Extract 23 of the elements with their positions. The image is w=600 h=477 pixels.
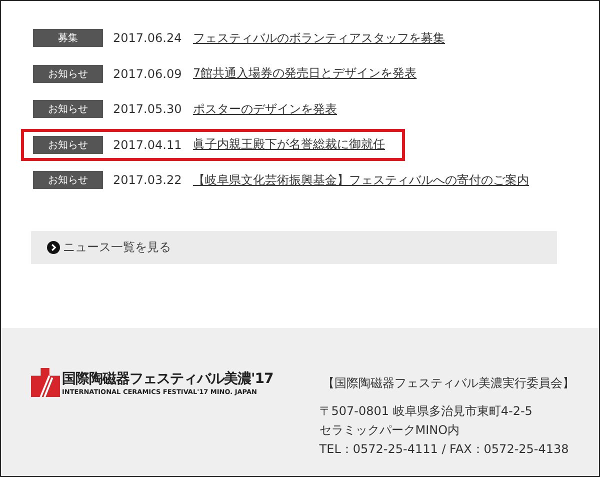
news-date: 2017.04.11 [113, 138, 183, 152]
category-tag: お知らせ [33, 136, 103, 154]
category-tag: 募集 [33, 29, 103, 47]
news-link[interactable]: フェスティバルのボランティアスタッフを募集 [193, 30, 445, 46]
news-date: 2017.03.22 [113, 173, 183, 188]
chevron-circle-icon [47, 240, 60, 254]
address-line: TEL：0572-25-4111 / FAX：0572-25-4138 [319, 441, 570, 458]
news-date: 2017.06.09 [113, 66, 183, 81]
news-list-link[interactable]: ニュース一覧を見る [31, 230, 557, 264]
logo-mark-icon [31, 368, 60, 397]
category-tag: お知らせ [33, 171, 103, 190]
news-date: 2017.05.30 [113, 102, 183, 116]
logo-title: 国際陶磁器フェスティバル美濃'17 [62, 370, 274, 388]
news-link[interactable]: ポスターのデザインを発表 [193, 100, 337, 118]
category-tag: お知らせ [33, 100, 103, 118]
category-tag: お知らせ [33, 64, 103, 83]
address-line: セラミックパークMINO内 [319, 422, 461, 439]
news-date: 2017.06.24 [113, 31, 183, 45]
news-link[interactable]: 【岐阜県文化芸術振興基金】フェスティバルへの寄付のご案内 [193, 172, 529, 189]
news-link[interactable]: 7館共通入場券の発売日とデザインを発表 [193, 65, 417, 82]
news-link[interactable]: 眞子内親王殿下が名誉総裁に御就任 [193, 136, 385, 154]
address-line: 〒507-0801 岐阜県多治見市東町4-2-5 [319, 403, 534, 420]
organization-name: 【国際陶磁器フェスティバル美濃実行委員会】 [322, 375, 574, 392]
